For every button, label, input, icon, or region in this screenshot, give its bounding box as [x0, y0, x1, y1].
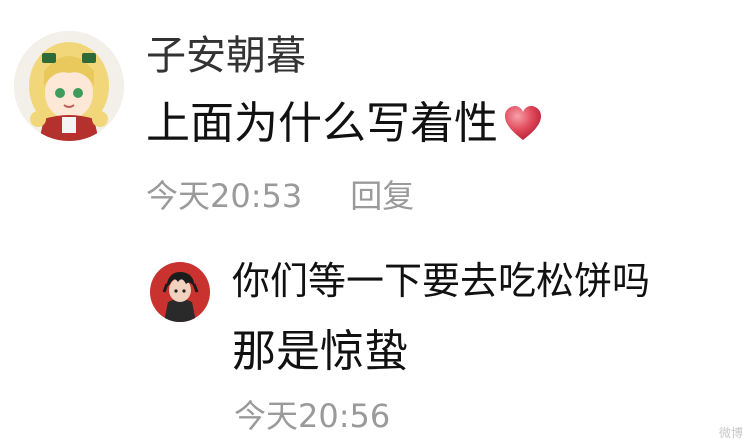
- comment-text: 上面为什么写着性: [146, 98, 498, 149]
- comment-body: 上面为什么写着性: [146, 102, 544, 146]
- dark-hair-character-avatar-icon: [150, 262, 210, 322]
- replier-avatar[interactable]: [150, 262, 210, 322]
- reply-button[interactable]: 回复: [350, 180, 414, 212]
- commenter-username[interactable]: 子安朝暮: [146, 36, 306, 76]
- watermark: 微博: [718, 426, 743, 440]
- commenter-avatar[interactable]: [14, 31, 124, 141]
- comment-time: 今天20:53: [146, 177, 303, 215]
- replier-username[interactable]: 你们等一下要去吃松饼吗: [232, 262, 650, 300]
- reply-text: 那是惊蛰: [232, 326, 408, 377]
- comment-meta: 今天20:53 回复: [146, 180, 414, 212]
- reply-time: 今天20:56: [234, 397, 391, 435]
- anime-girl-avatar-icon: [14, 31, 124, 141]
- heart-icon: [502, 103, 544, 145]
